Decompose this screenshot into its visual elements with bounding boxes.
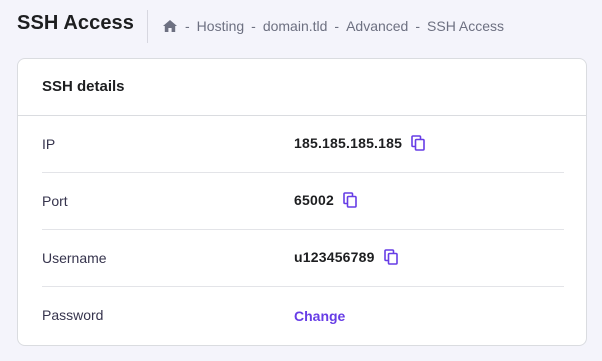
detail-value-group-ip: 185.185.185.185 <box>294 134 426 152</box>
detail-value-port: 65002 <box>294 192 334 208</box>
ssh-details-card: SSH details IP 185.185.185.185 Port 6500… <box>17 58 587 346</box>
home-icon[interactable] <box>162 18 178 34</box>
card-header: SSH details <box>18 59 586 116</box>
title-divider <box>147 10 148 43</box>
detail-label-password: Password <box>42 307 104 323</box>
detail-row-ip: IP 185.185.185.185 <box>42 116 564 173</box>
detail-value-ip: 185.185.185.185 <box>294 135 403 151</box>
change-password-link[interactable]: Change <box>294 308 345 324</box>
breadcrumb-separator: - <box>251 18 256 34</box>
detail-value-group-username: u123456789 <box>294 248 399 266</box>
breadcrumb-separator: - <box>185 18 190 34</box>
detail-label-port: Port <box>42 193 68 209</box>
breadcrumb-item-advanced[interactable]: Advanced <box>346 18 408 34</box>
copy-icon[interactable] <box>383 248 399 266</box>
detail-label-username: Username <box>42 250 107 266</box>
detail-row-password: Password Change <box>42 287 564 344</box>
page-title: SSH Access <box>17 12 134 34</box>
breadcrumb-item-domain[interactable]: domain.tld <box>263 18 328 34</box>
detail-value-group-password: Change <box>294 305 345 324</box>
breadcrumb-item-ssh-access: SSH Access <box>427 18 505 34</box>
breadcrumb-item-hosting[interactable]: Hosting <box>197 18 244 34</box>
detail-row-username: Username u123456789 <box>42 230 564 287</box>
breadcrumb-separator: - <box>334 18 340 34</box>
detail-row-port: Port 65002 <box>42 173 564 230</box>
detail-value-group-port: 65002 <box>294 191 358 209</box>
detail-label-ip: IP <box>42 136 56 152</box>
page-header: SSH Access - Hosting - domain.tld - Adva… <box>0 0 602 52</box>
detail-value-username: u123456789 <box>294 249 375 265</box>
ssh-details-list: IP 185.185.185.185 Port 65002 Username u… <box>42 116 564 344</box>
card-title: SSH details <box>42 78 125 95</box>
breadcrumb: - Hosting - domain.tld - Advanced - SSH … <box>162 18 504 34</box>
copy-icon[interactable] <box>410 134 426 152</box>
breadcrumb-separator: - <box>415 18 421 34</box>
copy-icon[interactable] <box>342 191 358 209</box>
